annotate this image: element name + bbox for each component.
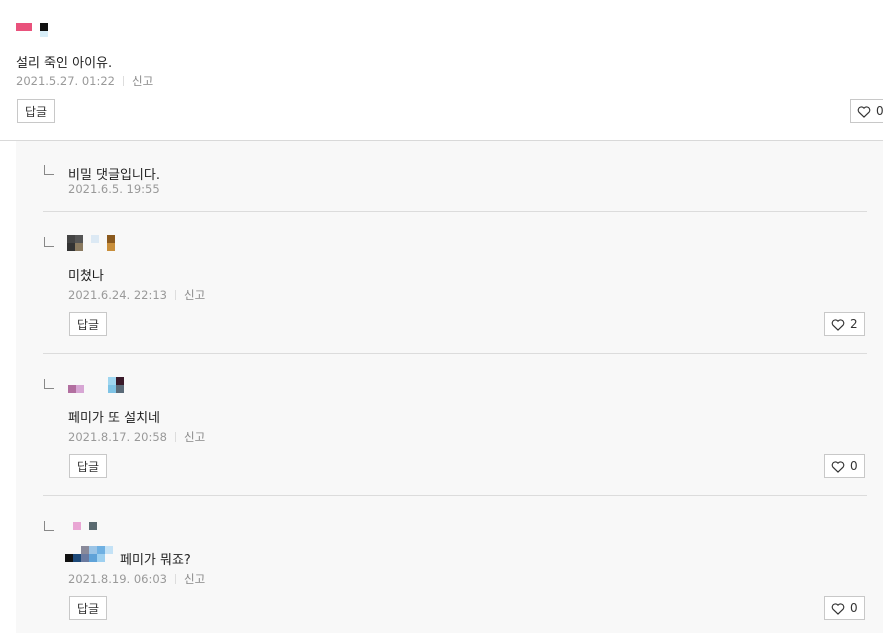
reply-corner-icon bbox=[44, 237, 54, 247]
report-link[interactable]: 신고 bbox=[184, 429, 205, 445]
reply-text: 미쳤나 bbox=[68, 269, 104, 284]
like-button[interactable]: 0 bbox=[824, 596, 865, 620]
like-button[interactable]: 0 bbox=[824, 454, 865, 478]
like-count: 0 bbox=[850, 601, 858, 615]
reply-date: 2021.6.24. 22:13 bbox=[68, 288, 167, 302]
heart-outline-icon bbox=[831, 318, 845, 331]
heart-outline-icon bbox=[831, 460, 845, 473]
author-avatar-blurred bbox=[67, 235, 117, 251]
comment-date: 2021.5.27. 01:22 bbox=[16, 74, 115, 88]
like-count: 2 bbox=[850, 317, 858, 331]
reply-divider bbox=[43, 211, 867, 212]
reply-text: 페미가 뭐죠? bbox=[120, 553, 191, 568]
author-avatar-blurred bbox=[16, 23, 56, 37]
reply-button[interactable]: 답글 bbox=[69, 454, 108, 478]
report-link[interactable]: 신고 bbox=[132, 73, 153, 89]
reply-meta: 2021.6.5. 19:55 bbox=[68, 182, 160, 196]
reply-divider bbox=[43, 353, 867, 354]
reply-date: 2021.8.17. 20:58 bbox=[68, 430, 167, 444]
reply-button[interactable]: 답글 bbox=[69, 596, 108, 620]
reply-meta: 2021.8.19. 06:03 신고 bbox=[68, 571, 205, 587]
reply-corner-icon bbox=[44, 521, 54, 531]
like-button[interactable]: 0 bbox=[850, 99, 883, 123]
meta-separator bbox=[122, 76, 124, 86]
like-button[interactable]: 2 bbox=[824, 312, 865, 336]
reply-corner-icon bbox=[44, 165, 54, 175]
heart-outline-icon bbox=[831, 602, 845, 615]
report-link[interactable]: 신고 bbox=[184, 571, 205, 587]
reply-button[interactable]: 답글 bbox=[17, 99, 56, 123]
author-avatar-blurred bbox=[73, 522, 103, 532]
reply-text: 비밀 댓글입니다. bbox=[68, 168, 160, 183]
reply-meta: 2021.6.24. 22:13 신고 bbox=[68, 287, 205, 303]
report-link[interactable]: 신고 bbox=[184, 287, 205, 303]
reply-date: 2021.6.5. 19:55 bbox=[68, 182, 160, 196]
comment-meta: 2021.5.27. 01:22 신고 bbox=[16, 73, 153, 89]
like-count: 0 bbox=[850, 459, 858, 473]
like-count: 0 bbox=[876, 104, 883, 118]
reply-button[interactable]: 답글 bbox=[69, 312, 108, 336]
meta-separator bbox=[174, 290, 176, 300]
reply-text: 페미가 또 설치네 bbox=[68, 411, 160, 426]
reply-meta: 2021.8.17. 20:58 신고 bbox=[68, 429, 205, 445]
reply-divider bbox=[43, 495, 867, 496]
heart-outline-icon bbox=[857, 105, 871, 118]
reply-list: 비밀 댓글입니다. 2021.6.5. 19:55 미쳤나 2021.6.24.… bbox=[16, 141, 883, 633]
main-comment: 설리 죽인 아이유. 2021.5.27. 01:22 신고 답글 0 bbox=[0, 0, 883, 140]
author-avatar-blurred bbox=[68, 377, 126, 395]
reply-date: 2021.8.19. 06:03 bbox=[68, 572, 167, 586]
comment-text: 설리 죽인 아이유. bbox=[16, 56, 113, 71]
meta-separator bbox=[174, 574, 176, 584]
mention-blurred bbox=[65, 546, 117, 562]
meta-separator bbox=[174, 432, 176, 442]
reply-corner-icon bbox=[44, 379, 54, 389]
